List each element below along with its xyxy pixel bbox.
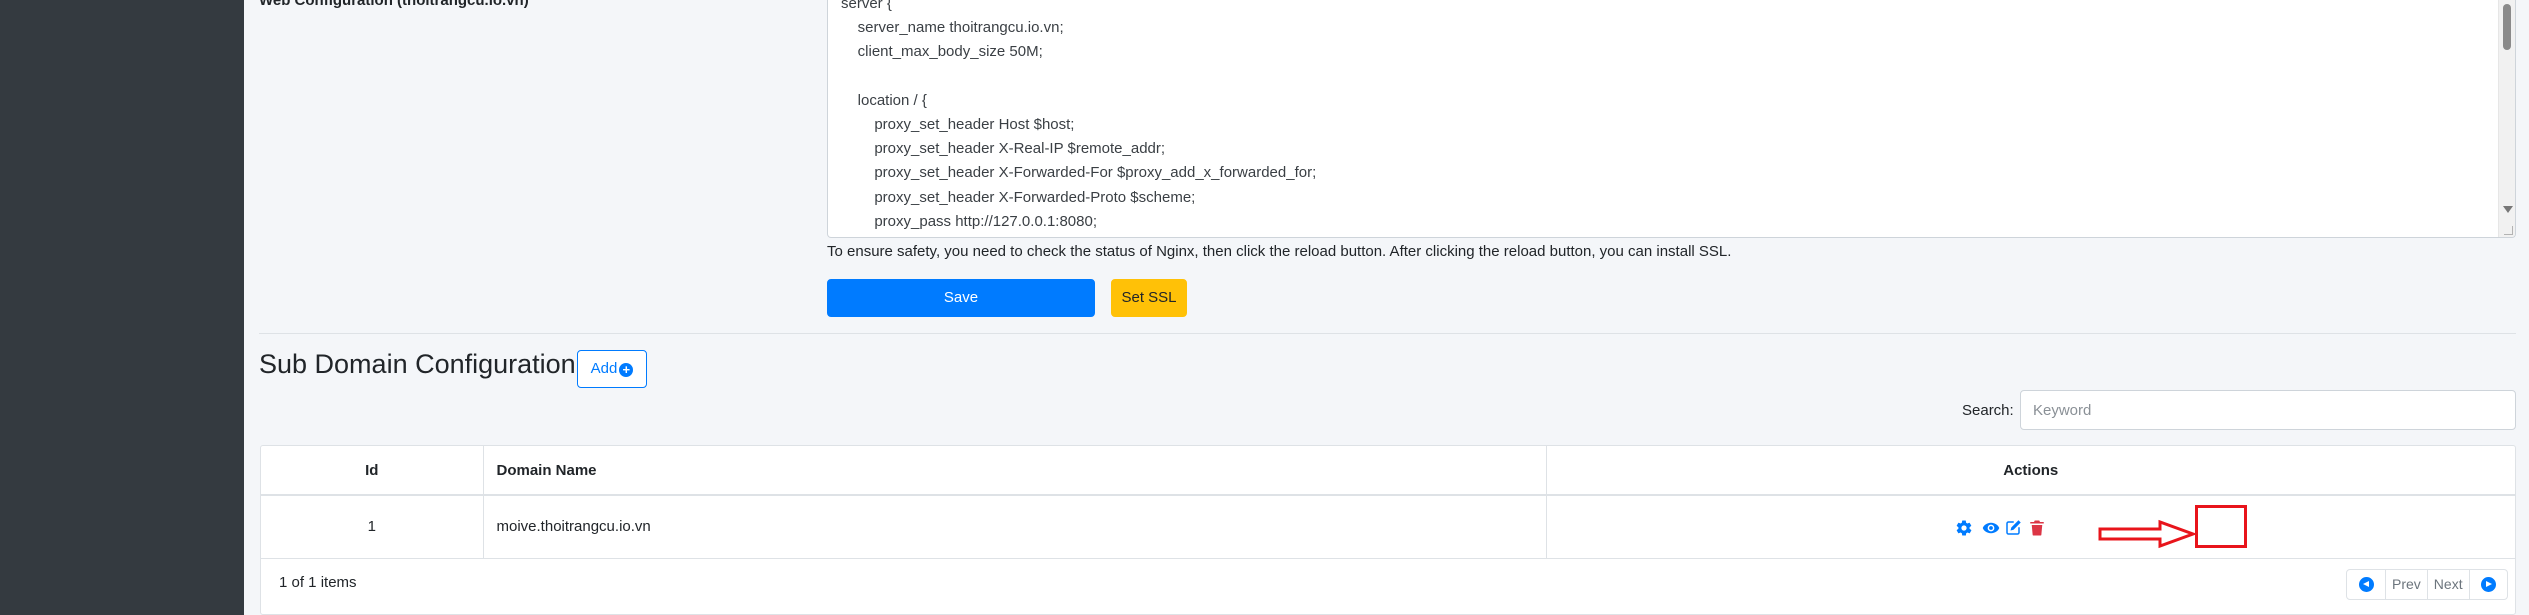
trash-icon[interactable]: [2028, 519, 2046, 537]
gear-icon[interactable]: [1955, 519, 1973, 537]
arrow-left-circle-icon: [2358, 577, 2374, 592]
code-line[interactable]: proxy_set_header Host $host;: [841, 113, 1316, 137]
web-config-label: Web Configuration (thoitrangcu.io.vn): [259, 0, 529, 9]
code-line[interactable]: proxy_pass http://127.0.0.1:8080;: [841, 210, 1316, 234]
column-header-actions: Actions: [1545, 446, 2515, 496]
nginx-help-text: To ensure safety, you need to check the …: [827, 243, 1732, 260]
resize-handle-icon[interactable]: [2504, 226, 2513, 235]
code-line[interactable]: location / {: [841, 89, 1316, 113]
scrollbar-thumb[interactable]: [2503, 4, 2511, 50]
column-header-id[interactable]: Id: [261, 446, 483, 496]
code-line[interactable]: proxy_set_header X-Real-IP $remote_addr;: [841, 137, 1316, 161]
section-divider: [259, 333, 2516, 334]
edit-icon[interactable]: [2004, 519, 2022, 537]
prev-page-button[interactable]: Prev: [2385, 570, 2427, 599]
annotation-highlight-box: [2195, 505, 2247, 548]
add-subdomain-button[interactable]: Add +: [577, 350, 647, 388]
eye-icon[interactable]: [1982, 519, 2000, 537]
code-line[interactable]: server_name thoitrangcu.io.vn;: [841, 16, 1316, 40]
textarea-scrollbar[interactable]: [2498, 0, 2515, 237]
next-page-button[interactable]: Next: [2426, 570, 2469, 599]
row-domain-name: moive.thoitrangcu.io.vn: [482, 495, 1546, 559]
column-header-domain[interactable]: Domain Name: [482, 446, 1546, 496]
items-count: 1 of 1 items: [279, 574, 357, 591]
search-input[interactable]: [2020, 390, 2516, 430]
arrow-right-circle-icon: [2480, 577, 2496, 592]
add-label: Add: [590, 360, 618, 377]
sidebar: [0, 0, 244, 615]
web-config-textarea[interactable]: server { server_name thoitrangcu.io.vn; …: [827, 0, 2516, 238]
web-config-code[interactable]: server { server_name thoitrangcu.io.vn; …: [841, 0, 1316, 234]
set-ssl-button[interactable]: Set SSL: [1111, 279, 1187, 317]
red-arrow-icon: [2098, 519, 2196, 549]
table-header-row: Id Domain Name Actions: [261, 446, 2515, 496]
pagination: Prev Next: [2346, 569, 2508, 600]
code-line[interactable]: proxy_set_header X-Forwarded-For $proxy_…: [841, 161, 1316, 185]
code-line[interactable]: server {: [841, 0, 1316, 16]
code-line[interactable]: proxy_set_header X-Forwarded-Proto $sche…: [841, 186, 1316, 210]
search-label: Search:: [1962, 402, 2014, 419]
scroll-down-icon[interactable]: [2503, 206, 2513, 213]
code-line[interactable]: client_max_body_size 50M;: [841, 40, 1316, 64]
main-content: Web Configuration (thoitrangcu.io.vn) se…: [244, 0, 2529, 615]
code-line[interactable]: [841, 65, 1316, 89]
subdomain-section-title: Sub Domain Configuration: [259, 349, 576, 379]
first-page-button[interactable]: [2347, 570, 2385, 599]
last-page-button[interactable]: [2468, 570, 2507, 599]
plus-circle-icon: +: [619, 363, 634, 377]
row-id: 1: [261, 495, 483, 559]
save-button[interactable]: Save: [827, 279, 1095, 317]
actions-group: [1950, 496, 2110, 559]
row-actions: [1545, 495, 2515, 559]
